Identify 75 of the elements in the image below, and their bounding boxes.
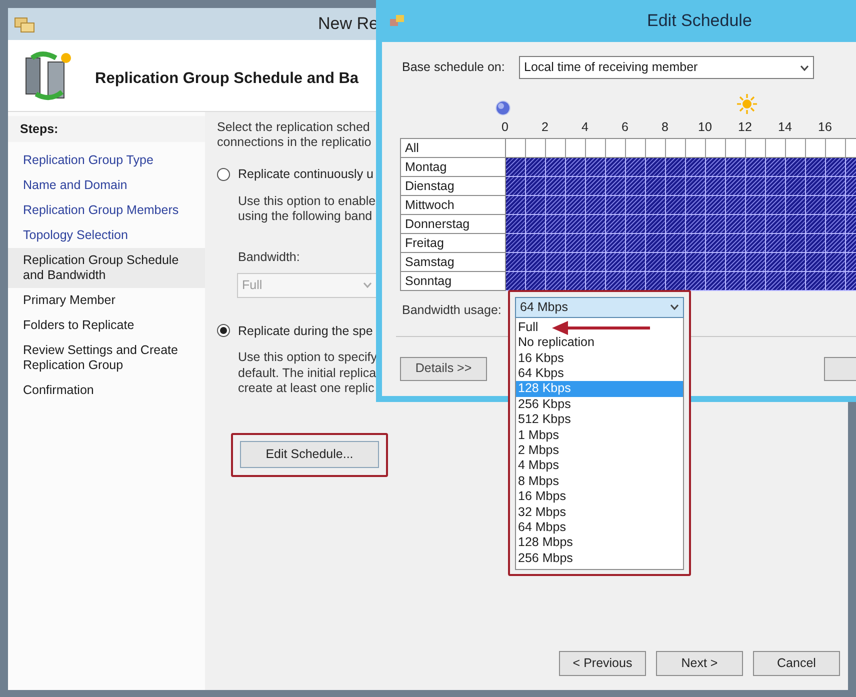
dropdown-option[interactable]: No replication: [516, 335, 683, 351]
schedule-row[interactable]: [506, 252, 856, 272]
base-schedule-label: Base schedule on:: [402, 59, 506, 76]
schedule-window-icon: [389, 14, 405, 28]
step-item[interactable]: Replication Group Type: [8, 148, 205, 173]
radio-button[interactable]: [217, 324, 230, 338]
dropdown-option[interactable]: 32 Mbps: [516, 504, 683, 520]
hour-label: 14: [777, 119, 793, 136]
page-heading: Replication Group Schedule and Ba: [95, 68, 359, 89]
day-label[interactable]: Donnerstag: [401, 214, 506, 234]
hour-label: 8: [660, 119, 670, 136]
step-item[interactable]: Review Settings and Create Replication Group: [8, 338, 205, 378]
chevron-icon: [800, 64, 809, 70]
step-item[interactable]: Replication Group Members: [8, 198, 205, 223]
day-label[interactable]: Sonntag: [401, 272, 506, 291]
schedule-row[interactable]: [506, 272, 856, 291]
option-label: Replicate continuously u: [238, 166, 374, 183]
schedule-row[interactable]: [506, 234, 856, 253]
dropdown-option[interactable]: 16 Mbps: [516, 489, 683, 505]
hour-label: 10: [697, 119, 713, 136]
hour-label: 16: [817, 119, 833, 136]
details-button[interactable]: Details >>: [400, 356, 487, 380]
dropdown-option[interactable]: 64 Mbps: [516, 520, 683, 536]
dialog-title: Edit Schedule: [647, 10, 752, 32]
chevron-icon: [670, 304, 679, 310]
option-description: Use this option to specify default. The initial replica create at least one replic: [238, 350, 377, 397]
dialog-button-edge[interactable]: [824, 356, 856, 380]
schedule-row[interactable]: [506, 196, 856, 215]
intro-text: Select the replication sched connections in the replicatio: [217, 120, 372, 150]
hour-label: 2: [540, 119, 550, 136]
all-row-header[interactable]: All: [401, 138, 506, 158]
dropdown-option[interactable]: 64 Kbps: [516, 366, 683, 382]
hour-header-strip[interactable]: [506, 138, 856, 158]
dropdown-option[interactable]: 128 Mbps: [516, 535, 683, 551]
step-item[interactable]: Name and Domain: [8, 173, 205, 198]
dropdown-option[interactable]: 512 Kbps: [516, 412, 683, 428]
sun-icon: [737, 94, 757, 114]
step-item[interactable]: Folders to Replicate: [8, 313, 205, 338]
bandwidth-usage-label: Bandwidth usage:: [402, 302, 502, 319]
dropdown-option[interactable]: 4 Mbps: [516, 458, 683, 474]
wizard-button[interactable]: Next >: [656, 651, 743, 676]
dropdown-option[interactable]: 256 Mbps: [516, 550, 683, 566]
day-label[interactable]: Montag: [401, 158, 506, 177]
wizard-button[interactable]: < Previous: [559, 651, 646, 676]
day-label[interactable]: Dienstag: [401, 176, 506, 196]
step-item[interactable]: Topology Selection: [8, 223, 205, 248]
dropdown-option[interactable]: 8 Mbps: [516, 474, 683, 490]
edit-schedule-button[interactable]: Edit Schedule...: [240, 441, 379, 468]
hour-label: 0: [500, 119, 510, 136]
bandwidth-label: Bandwidth:: [238, 248, 300, 266]
dropdown-option[interactable]: 1 Mbps: [516, 428, 683, 443]
steps-header: Steps:: [8, 116, 205, 142]
step-item[interactable]: Primary Member: [8, 288, 205, 313]
option-label: Replicate during the spe: [238, 322, 373, 340]
moon-icon: [495, 100, 511, 116]
step-item[interactable]: Confirmation: [8, 378, 205, 403]
arrow-icon: [552, 320, 652, 336]
day-label[interactable]: Mittwoch: [401, 196, 506, 215]
step-item[interactable]: Replication Group Schedule and Bandwidth: [8, 248, 205, 288]
schedule-row[interactable]: [506, 214, 856, 234]
day-label[interactable]: Samstag: [401, 252, 506, 272]
hour-label: 4: [580, 119, 590, 136]
wizard-button[interactable]: Cancel: [753, 651, 840, 676]
dropdown-option[interactable]: 16 Kbps: [516, 350, 683, 366]
base-schedule-dropdown[interactable]: Local time of receiving member: [519, 56, 814, 79]
chevron-icon: [363, 282, 372, 288]
schedule-row[interactable]: [506, 176, 856, 196]
hour-label: 12: [737, 119, 753, 136]
option-description: Use this option to enable using the following band: [238, 194, 376, 225]
hour-label: 6: [620, 119, 630, 136]
schedule-row[interactable]: [506, 158, 856, 177]
dropdown-option[interactable]: 2 Mbps: [516, 443, 683, 458]
day-label[interactable]: Freitag: [401, 234, 506, 253]
bandwidth-usage-dropdown[interactable]: 64 Mbps: [515, 297, 684, 318]
dropdown-option[interactable]: 256 Kbps: [516, 396, 683, 412]
